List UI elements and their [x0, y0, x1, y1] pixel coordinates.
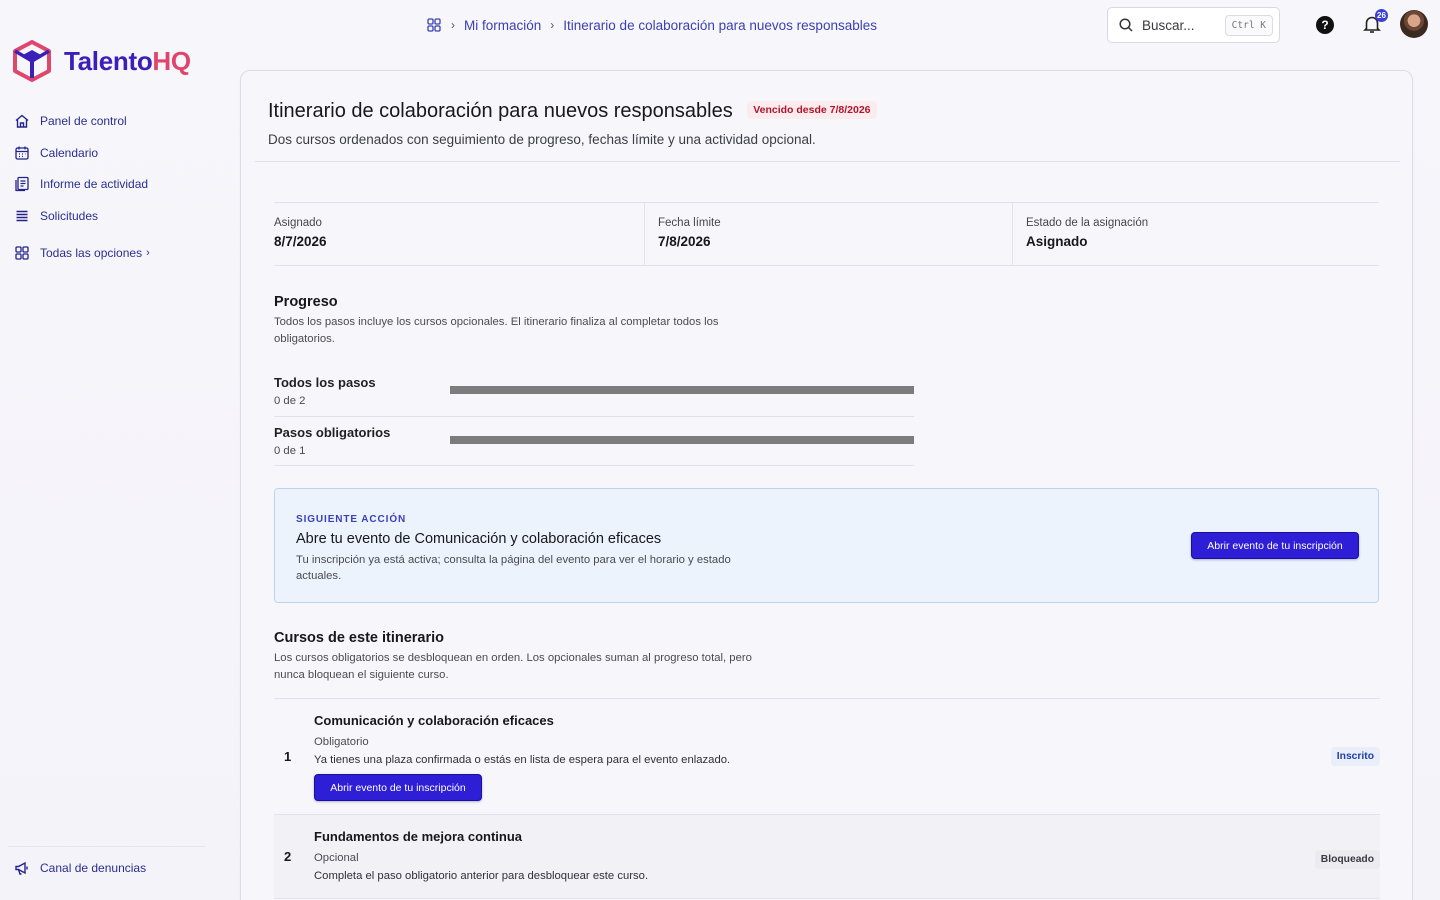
meta-label: Fecha límite [658, 217, 721, 229]
grid-icon[interactable] [426, 17, 442, 33]
overdue-badge: Vencido desde 7/8/2026 [747, 101, 877, 119]
course-type: Opcional [314, 852, 359, 864]
progress-row-all-steps: Todos los pasos 0 de 2 [274, 367, 914, 417]
sidebar: TalentoHQ Panel de control Calendario In… [0, 0, 220, 900]
meta-label: Asignado [274, 217, 322, 229]
sidebar-item-label: Todas las opciones [40, 246, 143, 261]
progress-bar [450, 435, 914, 444]
progress-count: 0 de 2 [274, 395, 306, 407]
open-event-button[interactable]: Abrir evento de tu inscripción [1191, 532, 1359, 559]
next-action-title: Abre tu evento de Comunicación y colabor… [296, 531, 662, 547]
progress-section: Progreso Todos los pasos incluye los cur… [274, 294, 914, 466]
chevron-right-icon: › [146, 247, 150, 260]
sidebar-item-label: Calendario [40, 145, 99, 160]
meta-assignment-status: Estado de la asignación Asignado [1012, 203, 1379, 265]
courses-section: Cursos de este itinerario Los cursos obl… [274, 630, 1380, 899]
search-icon [1119, 18, 1133, 32]
course-item: 1 Comunicación y colaboración eficaces O… [274, 699, 1380, 815]
section-description: Los cursos obligatorios se desbloquean e… [274, 652, 752, 681]
course-list: 1 Comunicación y colaboración eficaces O… [274, 698, 1380, 899]
next-action-description: Tu inscripción ya está activa; consulta … [296, 554, 731, 582]
next-action-eyebrow: SIGUIENTE ACCIÓN [296, 514, 407, 525]
progress-name: Todos los pasos [274, 375, 376, 390]
meta-value: 8/7/2026 [274, 234, 327, 249]
chevron-right-icon: › [451, 18, 455, 32]
progress-row-required-steps: Pasos obligatorios 0 de 1 [274, 417, 914, 466]
open-event-button[interactable]: Abrir evento de tu inscripción [314, 774, 482, 801]
breadcrumb: › Mi formación › Itinerario de colaborac… [426, 15, 877, 35]
divider [255, 161, 1400, 162]
status-badge: Inscrito [1330, 747, 1380, 766]
page-title: Itinerario de colaboración para nuevos r… [268, 100, 733, 122]
sidebar-item-panel-de-control[interactable]: Panel de control [14, 108, 214, 134]
sidebar-item-calendario[interactable]: Calendario [14, 140, 214, 166]
section-description: Todos los pasos incluye los cursos opcio… [274, 316, 719, 345]
logo-cube-icon [13, 40, 51, 82]
grid-icon [15, 246, 29, 260]
progress-count: 0 de 1 [274, 444, 306, 457]
sidebar-item-label: Canal de denuncias [40, 861, 147, 875]
section-title: Progreso [274, 294, 338, 310]
list-icon [16, 210, 28, 222]
course-number: 1 [284, 749, 292, 764]
sidebar-item-informe-de-actividad[interactable]: Informe de actividad [14, 171, 214, 197]
status-badge: Bloqueado [1314, 850, 1380, 869]
meta-label: Estado de la asignación [1026, 217, 1149, 229]
section-title: Cursos de este itinerario [274, 630, 445, 646]
meta-assigned: Asignado 8/7/2026 [274, 203, 644, 265]
meta-value: 7/8/2026 [658, 234, 711, 249]
sidebar-item-todas-las-opciones[interactable]: Todas las opciones › [14, 240, 214, 266]
progress-name: Pasos obligatorios [274, 424, 391, 440]
app-logo[interactable]: TalentoHQ [12, 40, 191, 82]
avatar[interactable] [1400, 10, 1428, 38]
calendar-icon [15, 146, 29, 160]
home-icon [15, 114, 29, 128]
sidebar-item-label: Solicitudes [40, 209, 99, 224]
next-action-panel: SIGUIENTE ACCIÓN Abre tu evento de Comun… [274, 488, 1379, 603]
search-input[interactable]: Buscar... Ctrl K [1107, 7, 1280, 43]
notifications-badge: 26 [1375, 9, 1388, 22]
course-type: Obligatorio [314, 736, 369, 748]
megaphone-icon [15, 861, 28, 875]
logo-text: TalentoHQ [64, 45, 191, 76]
breadcrumb-link-mi-formacion[interactable]: Mi formación [464, 18, 541, 33]
main-card: Itinerario de colaboración para nuevos r… [240, 70, 1413, 900]
assignment-meta: Asignado 8/7/2026 Fecha límite 7/8/2026 … [274, 202, 1379, 266]
course-title: Fundamentos de mejora continua [314, 829, 523, 844]
meta-value: Asignado [1026, 234, 1088, 249]
meta-due-date: Fecha límite 7/8/2026 [644, 203, 1012, 265]
course-description: Completa el paso obligatorio anterior pa… [314, 870, 649, 882]
sidebar-item-solicitudes[interactable]: Solicitudes [14, 203, 214, 229]
breadcrumb-current[interactable]: Itinerario de colaboración para nuevos r… [563, 18, 877, 33]
page-subtitle: Dos cursos ordenados con seguimiento de … [268, 132, 816, 147]
sidebar-nav: Panel de control Calendario Informe de a… [14, 108, 214, 272]
course-title[interactable]: Comunicación y colaboración eficaces [314, 713, 554, 728]
sidebar-item-label: Panel de control [40, 114, 127, 128]
keyboard-shortcut: Ctrl K [1224, 14, 1273, 36]
sidebar-divider [8, 846, 206, 847]
course-description: Ya tienes una plaza confirmada o estás e… [314, 754, 731, 766]
search-placeholder: Buscar... [1142, 17, 1195, 33]
sidebar-item-canal-de-denuncias[interactable]: Canal de denuncias [14, 860, 146, 876]
progress-bar [450, 386, 914, 394]
sidebar-item-label: Informe de actividad [40, 177, 149, 192]
chevron-right-icon: › [550, 18, 555, 32]
report-icon [15, 177, 29, 192]
course-number: 2 [284, 849, 292, 864]
help-icon[interactable]: ? [1316, 16, 1334, 34]
course-item: 2 Fundamentos de mejora continua Opciona… [274, 815, 1380, 899]
page-header: Itinerario de colaboración para nuevos r… [268, 100, 877, 147]
